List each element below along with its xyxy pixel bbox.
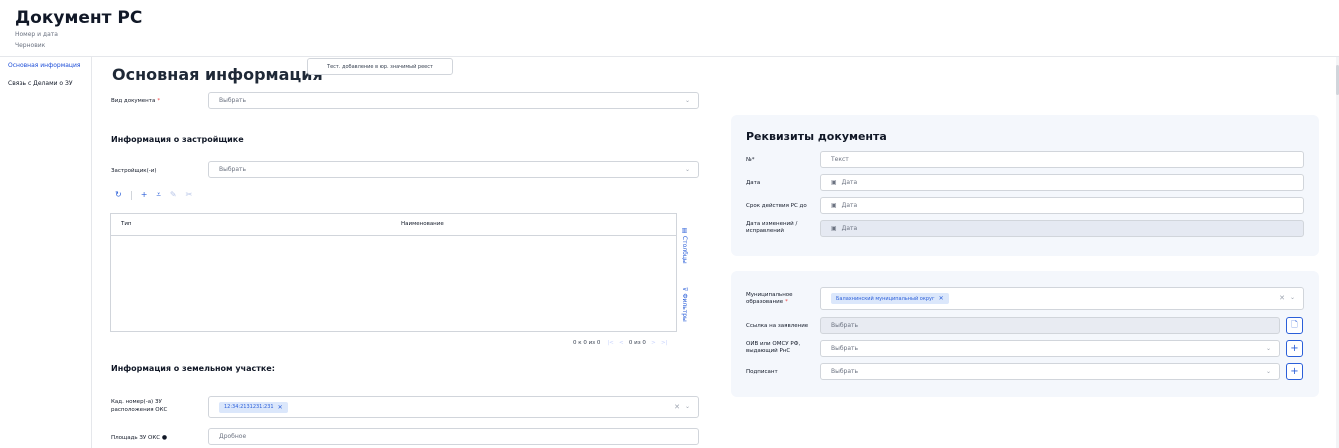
date-input[interactable]: ▣ Дата (820, 174, 1304, 191)
date-placeholder: Дата (841, 179, 858, 186)
statement-link-select: Выбрать (820, 317, 1280, 334)
developer-select[interactable]: Выбрать ⌄ (208, 161, 699, 178)
valid-until-input[interactable]: ▣ Дата (820, 197, 1304, 214)
statement-link-value: Выбрать (831, 322, 859, 329)
document-icon: 🗋 (1291, 319, 1298, 329)
requisites-card: Реквизиты документа №* Текст Дата ▣ Дата… (731, 115, 1319, 256)
chart-icon[interactable]: ⩡ (156, 190, 161, 200)
test-add-registry-button[interactable]: Тест. добавление в юр. значимый реест (307, 58, 453, 75)
cad-number-tag: 12:34:2131231:231 ✕ (219, 401, 288, 413)
issuer-select[interactable]: Выбрать ⌄ (820, 340, 1280, 357)
doc-type-label: Вид документа * (111, 98, 161, 104)
tag-remove-icon[interactable]: ✕ (939, 295, 944, 302)
change-date-placeholder: Дата (841, 225, 858, 232)
required-mark: * (785, 299, 788, 305)
column-header-type[interactable]: Тип (121, 221, 132, 227)
delete-icon[interactable]: ✂ (186, 190, 193, 200)
pager-prev-button[interactable]: < (619, 340, 624, 346)
columns-tab[interactable]: ▥ Столбцы (681, 227, 688, 264)
clear-icon[interactable]: ✕ (1279, 294, 1285, 302)
signer-value: Выбрать (831, 368, 859, 375)
sidebar: Основная информация Связь с Делами о ЗУ (0, 57, 92, 448)
municipal-card: Муниципальное образование * Балахнинский … (731, 271, 1319, 397)
chevron-down-icon: ⌄ (684, 166, 690, 173)
chevron-down-icon: ⌄ (1289, 294, 1295, 301)
statement-link-label: Ссылка на заявление (746, 323, 809, 329)
open-document-button[interactable]: 🗋 (1286, 317, 1303, 334)
developer-label: Застройщик(-и) (111, 168, 157, 174)
chevron-down-icon: ⌄ (684, 403, 690, 410)
change-date-label: Дата изменений / исправлений (746, 221, 798, 234)
calendar-icon: ▣ (831, 202, 837, 209)
number-label: №* (746, 157, 755, 163)
developers-table: Тип Наименование (110, 213, 677, 332)
document-number-date: Номер и дата (15, 31, 58, 38)
municipality-select[interactable]: Балахнинский муниципальный округ ✕ ✕ ⌄ (820, 287, 1304, 310)
required-mark: * (157, 98, 161, 104)
number-placeholder: Текст (831, 156, 849, 163)
doc-type-value: Выбрать (219, 97, 247, 104)
add-signer-button[interactable]: + (1286, 363, 1303, 380)
document-title: Документ РС (15, 8, 143, 28)
pager-next-button[interactable]: > (651, 340, 656, 346)
table-pager: 0 к 0 из 0 |< < 0 из 0 > >| (573, 340, 667, 346)
plus-icon: + (1290, 366, 1299, 377)
refresh-icon[interactable]: ↻ (115, 190, 122, 200)
pager-last-button[interactable]: >| (661, 340, 667, 346)
sidebar-item-main-info[interactable]: Основная информация (8, 62, 81, 69)
valid-until-placeholder: Дата (841, 202, 858, 209)
signer-select[interactable]: Выбрать ⌄ (820, 363, 1280, 380)
add-icon[interactable]: + (141, 190, 148, 200)
number-input[interactable]: Текст (820, 151, 1304, 168)
valid-until-label: Срок действия РС до (746, 203, 807, 209)
chevron-down-icon: ⌄ (1265, 368, 1271, 375)
sidebar-item-land-links[interactable]: Связь с Делами о ЗУ (8, 80, 72, 87)
add-issuer-button[interactable]: + (1286, 340, 1303, 357)
table-toolbar: ↻ + ⩡ ✎ ✂ (115, 190, 192, 200)
clear-icon[interactable]: ✕ (674, 403, 680, 411)
requisites-title: Реквизиты документа (746, 130, 887, 143)
area-input[interactable]: Дробное (208, 428, 699, 445)
chevron-down-icon: ⌄ (684, 97, 690, 104)
page-header: Документ РС Номер и дата Черновик (0, 0, 1339, 57)
pager-page: 0 из 0 (628, 340, 646, 346)
page-title: Основная информация (112, 65, 323, 84)
area-label: Площадь ЗУ ОКС ● (111, 434, 168, 441)
document-status: Черновик (15, 42, 46, 49)
developer-value: Выбрать (219, 166, 247, 173)
municipality-label: Муниципальное образование * (746, 292, 793, 305)
pager-range: 0 к 0 из 0 (573, 340, 601, 346)
cad-number-label: Кад. номер(-а) ЗУ расположения ОКС (111, 399, 168, 413)
info-icon[interactable]: ● (162, 434, 167, 441)
columns-icon: ▥ (681, 227, 688, 236)
issuer-value: Выбрать (831, 345, 859, 352)
signer-label: Подписант (746, 369, 778, 375)
municipality-tag: Балахнинский муниципальный округ ✕ (831, 293, 949, 304)
chevron-down-icon: ⌄ (1265, 345, 1271, 352)
edit-icon[interactable]: ✎ (170, 190, 177, 200)
doc-type-select[interactable]: Выбрать ⌄ (208, 92, 699, 109)
issuer-label: ОИВ или ОМСУ РФ, выдающий РнС (746, 341, 801, 354)
plus-icon: + (1290, 343, 1299, 354)
cad-number-select[interactable]: 12:34:2131231:231 ✕ ✕ ⌄ (208, 396, 699, 418)
pager-first-button[interactable]: |< (607, 340, 613, 346)
column-header-name[interactable]: Наименование (401, 221, 444, 227)
land-section-title: Информация о земельном участке: (111, 364, 275, 373)
area-placeholder: Дробное (219, 433, 247, 440)
filters-tab[interactable]: ⊽ Фильтры (681, 287, 688, 322)
toolbar-divider (130, 190, 132, 200)
change-date-input: ▣ Дата (820, 220, 1304, 237)
tag-remove-icon[interactable]: ✕ (278, 404, 283, 411)
developer-section-title: Информация о застройщике (111, 135, 244, 144)
date-label: Дата (746, 180, 761, 186)
calendar-icon: ▣ (831, 225, 837, 232)
table-header: Тип Наименование (111, 214, 676, 236)
calendar-icon: ▣ (831, 179, 837, 186)
